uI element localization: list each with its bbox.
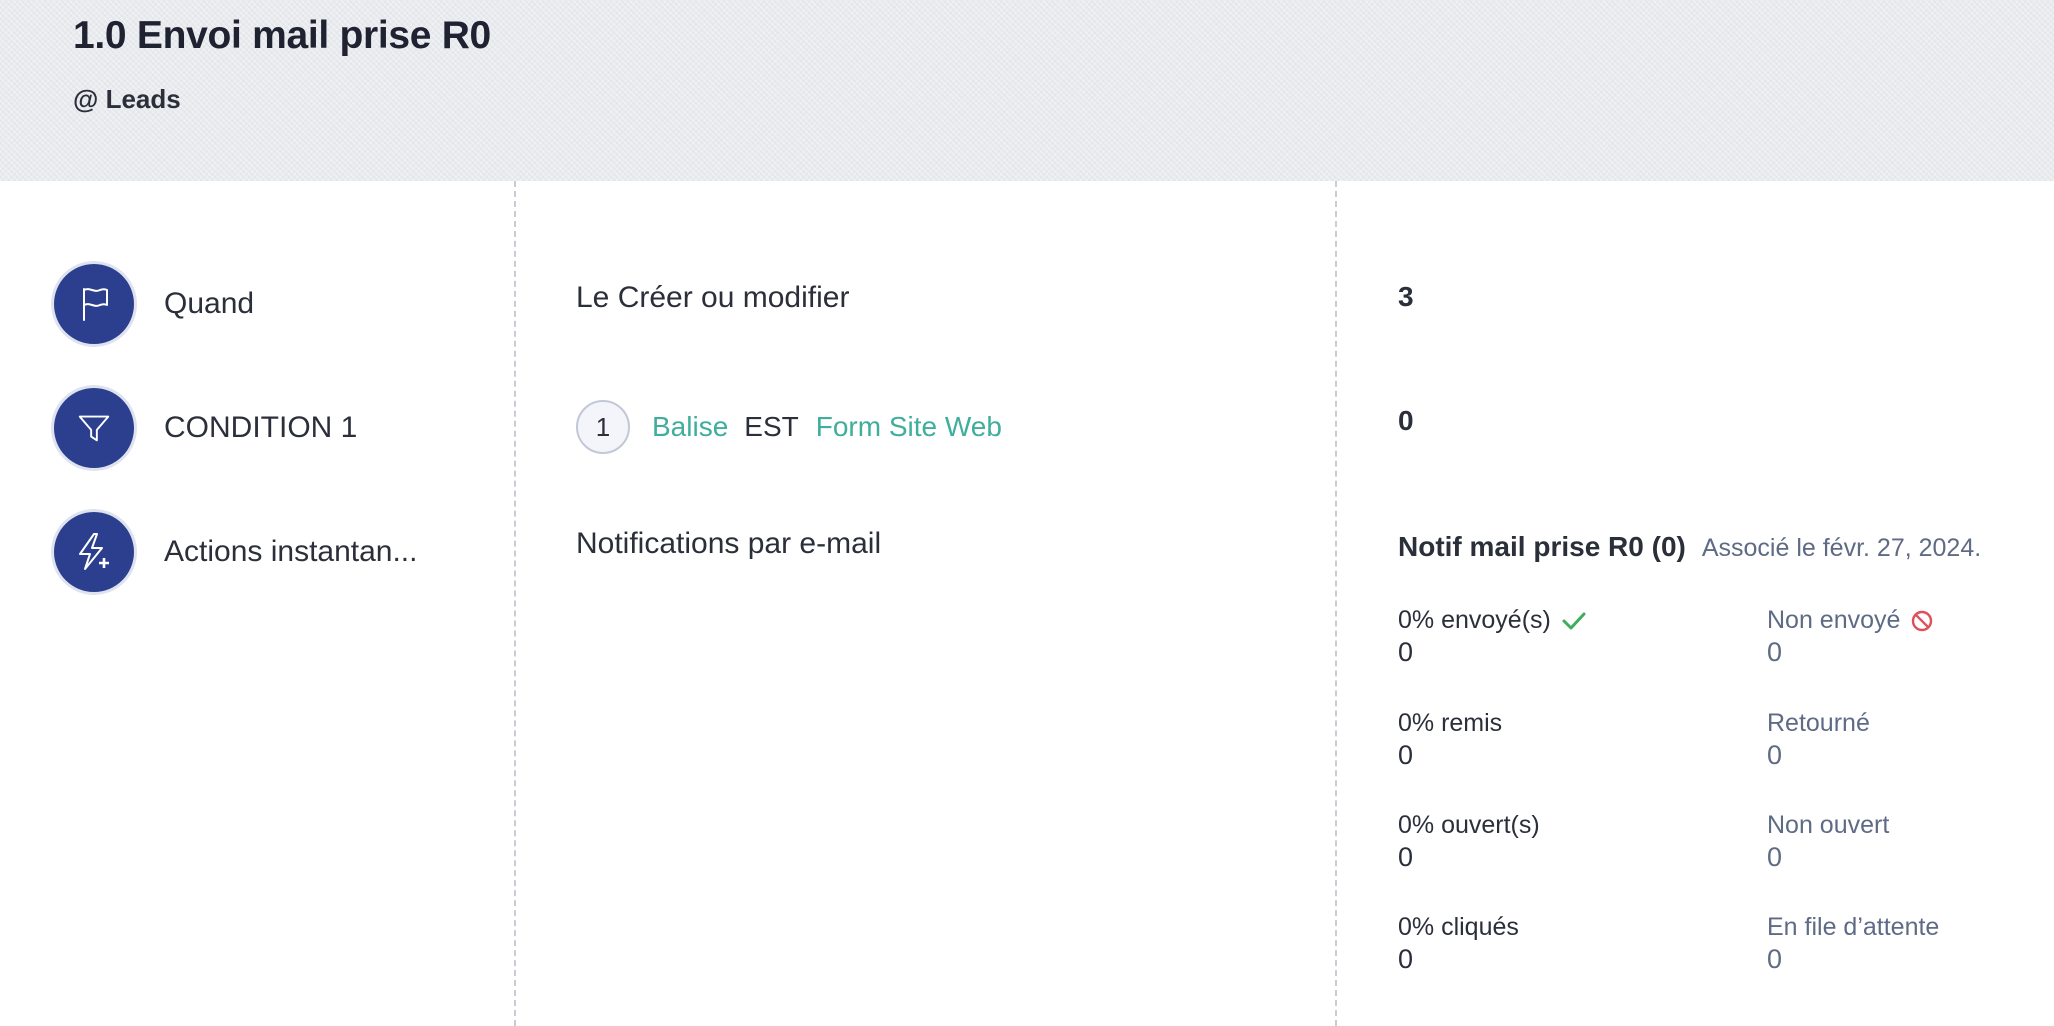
condition-criteria: 1 Balise EST Form Site Web — [576, 400, 1002, 454]
step-condition[interactable]: CONDITION 1 — [54, 388, 357, 468]
stat-opened-label: 0% ouvert(s) — [1398, 811, 1540, 839]
instant-action-icon — [54, 512, 134, 592]
condition-value: Form Site Web — [815, 411, 1002, 442]
stat-clicked-value: 0 — [1398, 944, 1414, 974]
stat-clicked-label: 0% cliqués — [1398, 913, 1519, 941]
step-label-condition: CONDITION 1 — [164, 411, 358, 444]
stat-bounced-value: 0 — [1767, 740, 1783, 770]
stat-bounced: Retourné 0 — [1767, 709, 1870, 771]
stat-delivered-value: 0 — [1398, 740, 1414, 770]
stat-sent: 0% envoyé(s) 0 — [1398, 606, 1587, 668]
flag-icon — [54, 264, 134, 344]
step-when[interactable]: Quand — [54, 264, 254, 344]
stat-unopened: Non ouvert 0 — [1767, 811, 1889, 873]
step-instant-actions[interactable]: Actions instantan... — [54, 512, 417, 592]
module-label: @ Leads — [73, 84, 181, 114]
column-divider-right — [1335, 181, 1337, 1026]
notification-header: Notif mail prise R0 (0) Associé le févr.… — [1398, 531, 1981, 563]
column-divider-left — [514, 181, 516, 1026]
condition-number: 1 — [576, 400, 630, 454]
check-icon — [1561, 611, 1587, 631]
step-label-when: Quand — [164, 287, 255, 320]
stat-bounced-label: Retourné — [1767, 709, 1870, 737]
condition-field: Balise — [652, 411, 729, 442]
stat-not-sent-value: 0 — [1767, 637, 1783, 667]
stat-delivered: 0% remis 0 — [1398, 709, 1502, 771]
stat-opened-value: 0 — [1398, 842, 1414, 872]
stat-sent-label: 0% envoyé(s) — [1398, 606, 1551, 634]
stat-clicked: 0% cliqués 0 — [1398, 913, 1519, 975]
stat-not-sent-label: Non envoyé — [1767, 606, 1901, 634]
stat-not-sent: Non envoyé 0 — [1767, 606, 1934, 668]
trigger-description: Le Créer ou modifier — [576, 281, 850, 314]
stat-delivered-label: 0% remis — [1398, 709, 1503, 737]
notification-associated-date: Associé le févr. 27, 2024. — [1701, 534, 1982, 562]
stat-opened: 0% ouvert(s) 0 — [1398, 811, 1540, 873]
trigger-count: 3 — [1398, 281, 1414, 312]
condition-count: 0 — [1398, 405, 1414, 436]
stat-unopened-label: Non ouvert — [1767, 811, 1890, 839]
stat-unopened-value: 0 — [1767, 842, 1783, 872]
page-header: 1.0 Envoi mail prise R0 @ Leads — [0, 0, 2054, 181]
blocked-icon — [1910, 609, 1934, 633]
stat-queued-value: 0 — [1767, 944, 1783, 974]
actions-description: Notifications par e-mail — [576, 527, 882, 560]
stat-queued: En file d’attente 0 — [1767, 913, 1939, 975]
step-label-instant-actions: Actions instantan... — [164, 535, 418, 568]
filter-icon — [54, 388, 134, 468]
condition-operator: EST — [744, 411, 799, 442]
stat-sent-value: 0 — [1398, 637, 1414, 667]
stat-queued-label: En file d’attente — [1767, 913, 1940, 941]
page-title: 1.0 Envoi mail prise R0 — [73, 14, 491, 57]
notification-name[interactable]: Notif mail prise R0 (0) — [1398, 531, 1686, 563]
